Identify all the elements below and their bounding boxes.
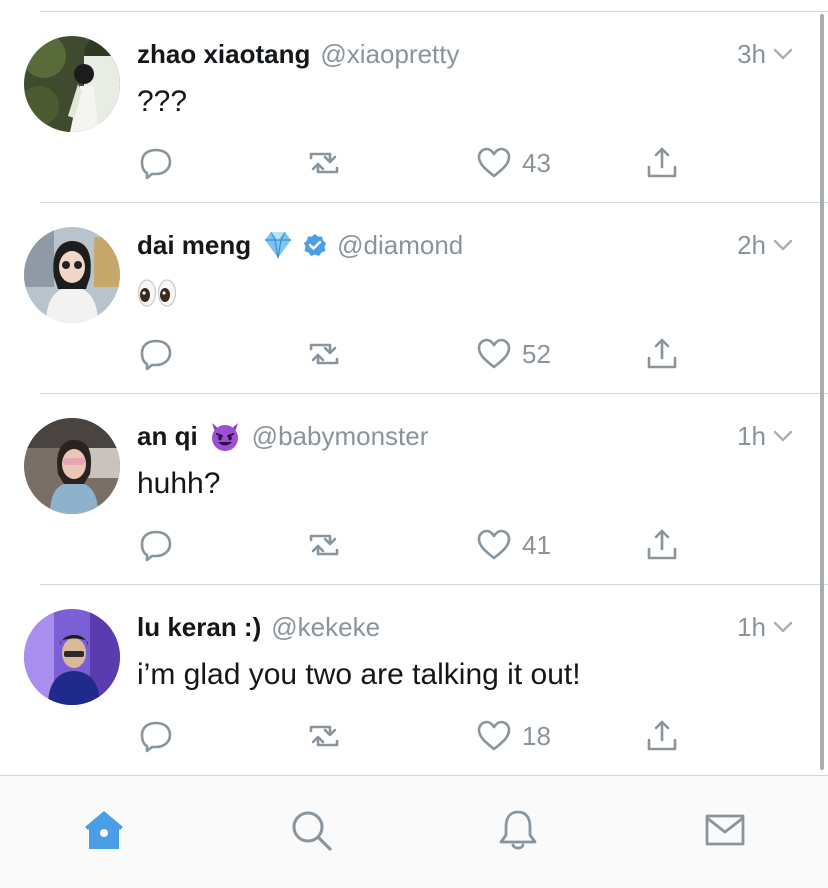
heart-icon (476, 527, 512, 563)
reply-icon (138, 336, 174, 372)
reply-button[interactable] (138, 334, 174, 374)
author-handle[interactable]: @xiaopretty (320, 39, 459, 70)
share-icon (645, 718, 679, 754)
reply-icon (138, 718, 174, 754)
heart-icon (476, 718, 512, 754)
reply-icon (138, 527, 174, 563)
tweet-actions: 41 (0, 525, 828, 565)
tweet-timestamp: 1h (737, 420, 766, 451)
share-icon (645, 145, 679, 181)
tweet-timestamp: 3h (737, 38, 766, 69)
smiling-devil-emoji-icon (208, 419, 242, 453)
share-button[interactable] (645, 525, 679, 565)
author-handle[interactable]: @kekeke (271, 612, 380, 643)
avatar[interactable] (24, 36, 120, 132)
reply-button[interactable] (138, 143, 174, 183)
gem-emoji-icon (261, 228, 295, 262)
eyes-emoji-icon (137, 273, 177, 313)
tweet-actions: 18 (0, 716, 828, 756)
author-handle[interactable]: @diamond (337, 230, 463, 261)
heart-icon (476, 336, 512, 372)
like-count: 43 (522, 147, 551, 178)
tweet[interactable]: zhao xiaotang @xiaopretty 3h ??? 43 (0, 12, 828, 203)
retweet-icon (305, 336, 343, 372)
author-name[interactable]: zhao xiaotang (137, 39, 310, 70)
retweet-icon (305, 527, 343, 563)
tweet-text (137, 273, 177, 320)
search-icon (288, 807, 334, 853)
like-button[interactable]: 41 (476, 525, 551, 565)
tweet-timestamp: 2h (737, 229, 766, 260)
tweet[interactable]: dai meng @diamond 2h 52 (0, 203, 828, 394)
tweet[interactable]: lu keran :) @kekeke 1h i’m glad you two … (0, 585, 828, 776)
like-button[interactable]: 18 (476, 716, 551, 756)
tweet-timestamp: 1h (737, 611, 766, 642)
tab-home[interactable] (80, 806, 128, 854)
retweet-button[interactable] (305, 143, 343, 183)
verified-badge-icon (303, 233, 327, 257)
share-icon (645, 336, 679, 372)
reply-button[interactable] (138, 525, 174, 565)
avatar[interactable] (24, 418, 120, 514)
like-button[interactable]: 52 (476, 334, 551, 374)
reply-icon (138, 145, 174, 181)
retweet-icon (305, 718, 343, 754)
tweet-text: i’m glad you two are talking it out! (137, 658, 581, 691)
reply-button[interactable] (138, 716, 174, 756)
chevron-down-icon[interactable] (772, 43, 794, 65)
like-count: 52 (522, 338, 551, 369)
tweet-text: huhh? (137, 467, 221, 500)
share-icon (645, 527, 679, 563)
messages-icon (702, 807, 748, 853)
chevron-down-icon[interactable] (772, 616, 794, 638)
author-name[interactable]: dai meng (137, 230, 251, 261)
tab-search[interactable] (287, 806, 335, 854)
scrollbar[interactable] (820, 14, 824, 770)
retweet-icon (305, 145, 343, 181)
retweet-button[interactable] (305, 525, 343, 565)
heart-icon (476, 145, 512, 181)
avatar[interactable] (24, 227, 120, 323)
retweet-button[interactable] (305, 334, 343, 374)
tab-messages[interactable] (701, 806, 749, 854)
notifications-icon (495, 807, 541, 853)
share-button[interactable] (645, 716, 679, 756)
retweet-button[interactable] (305, 716, 343, 756)
tweet[interactable]: an qi @babymonster 1h huhh? 41 (0, 394, 828, 585)
tab-notifications[interactable] (494, 806, 542, 854)
like-button[interactable]: 43 (476, 143, 551, 183)
share-button[interactable] (645, 334, 679, 374)
home-icon (81, 807, 127, 853)
timeline-feed[interactable]: zhao xiaotang @xiaopretty 3h ??? 43 dai … (0, 12, 828, 776)
author-name[interactable]: an qi (137, 421, 198, 452)
chevron-down-icon[interactable] (772, 234, 794, 256)
avatar[interactable] (24, 609, 120, 705)
share-button[interactable] (645, 143, 679, 183)
chevron-down-icon[interactable] (772, 425, 794, 447)
author-handle[interactable]: @babymonster (252, 421, 429, 452)
author-name[interactable]: lu keran :) (137, 612, 261, 643)
like-count: 41 (522, 529, 551, 560)
tweet-actions: 52 (0, 334, 828, 374)
like-count: 18 (522, 720, 551, 751)
bottom-tab-bar (0, 775, 828, 888)
tweet-actions: 43 (0, 143, 828, 183)
tweet-text: ??? (137, 85, 188, 118)
